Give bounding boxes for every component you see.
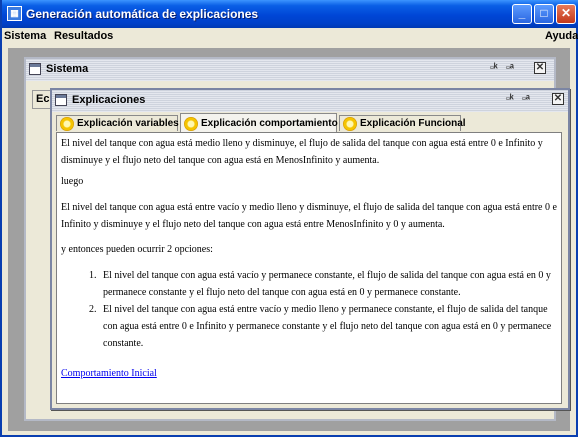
- option-text: El nivel del tanque con agua está vacío …: [103, 270, 551, 298]
- options-list: 1. El nivel del tanque con agua está vací…: [61, 267, 557, 352]
- gear-icon: [60, 117, 74, 131]
- tab-label: Explicación variables: [77, 118, 179, 129]
- comportamiento-inicial-link[interactable]: Comportamiento Inicial: [61, 365, 157, 382]
- gear-icon: [184, 117, 198, 131]
- minimize-button[interactable]: _: [512, 4, 532, 24]
- option-number: 1.: [89, 270, 97, 281]
- list-item: 2. El nivel del tanque con agua está entr…: [61, 301, 557, 352]
- option-number: 2.: [89, 304, 97, 315]
- explanation-paragraph: El nivel del tanque con agua está medio …: [61, 138, 543, 166]
- close-button[interactable]: ✕: [556, 4, 576, 24]
- menu-sistema[interactable]: Sistema: [4, 30, 46, 42]
- window-titlebar[interactable]: ▦ Generación automática de explicaciones…: [2, 0, 578, 28]
- window-title: Generación automática de explicaciones: [26, 7, 259, 21]
- tab-explicacion-variables[interactable]: Explicación variables: [56, 115, 179, 131]
- desktop-pane: Sistema ▫ᵏ ▫ᵃ ✕ Ec Explicaciones ▫ᵏ ▫ᵃ ✕: [8, 48, 570, 431]
- explanation-tabs: Explicación variables Explicación compor…: [56, 113, 564, 132]
- explicaciones-title: Explicaciones: [72, 94, 146, 106]
- tab-explicacion-funcional[interactable]: Explicación Funcional: [339, 115, 466, 131]
- sistema-title: Sistema: [46, 63, 89, 75]
- sistema-tab-label: Ec: [36, 93, 50, 105]
- tab-label: Explicación comportamiento: [201, 118, 338, 129]
- sistema-titlebar[interactable]: Sistema ▫ᵏ ▫ᵃ ✕: [26, 59, 554, 81]
- explanation-paragraph: El nivel del tanque con agua está entre …: [61, 202, 557, 230]
- explanation-paragraph: y entonces pueden ocurrir 2 opciones:: [61, 244, 213, 255]
- app-icon: ▦: [7, 6, 22, 21]
- maximize-icon[interactable]: ▫ᵃ: [506, 62, 514, 74]
- main-window: ▦ Generación automática de explicaciones…: [0, 0, 578, 437]
- explicaciones-titlebar[interactable]: Explicaciones ▫ᵏ ▫ᵃ ✕: [52, 90, 568, 112]
- explanation-content: El nivel del tanque con agua está medio …: [56, 132, 562, 404]
- iconify-icon[interactable]: ▫ᵏ: [490, 62, 498, 74]
- close-icon[interactable]: ✕: [534, 62, 546, 74]
- frame-icon: [29, 63, 41, 75]
- tab-explicacion-comportamiento[interactable]: Explicación comportamiento: [180, 113, 338, 132]
- tab-label: Explicación Funcional: [360, 118, 466, 129]
- frame-icon: [55, 94, 67, 106]
- option-text: El nivel del tanque con agua está entre …: [103, 304, 552, 349]
- menubar: Sistema Resultados Ayuda: [2, 28, 578, 46]
- list-item: 1. El nivel del tanque con agua está vací…: [61, 267, 557, 301]
- explicaciones-frame: Explicaciones ▫ᵏ ▫ᵃ ✕ Explicación variab…: [50, 88, 570, 410]
- close-icon[interactable]: ✕: [552, 93, 564, 105]
- gear-icon: [343, 117, 357, 131]
- explanation-paragraph: luego: [61, 176, 84, 187]
- menu-ayuda[interactable]: Ayuda: [545, 30, 578, 42]
- iconify-icon[interactable]: ▫ᵏ: [506, 93, 514, 105]
- maximize-icon[interactable]: ▫ᵃ: [522, 93, 530, 105]
- maximize-button[interactable]: □: [534, 4, 554, 24]
- menu-resultados[interactable]: Resultados: [54, 30, 113, 42]
